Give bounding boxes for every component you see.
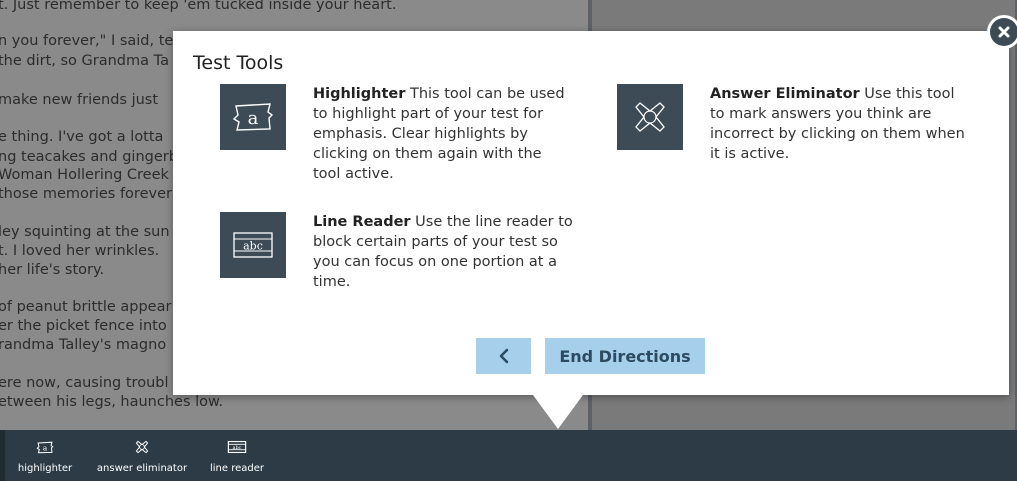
answer-eliminator-icon [617,84,683,150]
answer-eliminator-name: Answer Eliminator [710,86,860,102]
back-button[interactable] [476,338,531,374]
dialog-title: Test Tools [193,52,284,74]
passage-line: Woman Hollering Creek [0,167,169,183]
highlighter-name: Highlighter [313,86,406,102]
tool-bar: a highlighter answer eliminator abc line… [0,430,1017,481]
dialog-pointer [533,395,583,429]
close-icon [990,18,1017,46]
passage-line: etween his legs, haunches low. [0,394,224,410]
toolbar-edge [0,430,5,481]
passage-line: ere now, causing troubl [0,375,169,391]
toolbar-highlighter[interactable]: a highlighter [14,430,76,481]
line-reader-icon: abc [220,212,286,278]
toolbar-answer-eliminator[interactable]: answer eliminator [92,430,192,481]
passage-line: n you forever," I said, te [0,33,174,49]
svg-text:abc: abc [243,240,263,253]
passage-line: ley squinting at the sun [0,224,170,240]
passage-line: the dirt, so Grandma Ta [0,53,169,69]
chevron-left-icon [499,348,508,364]
highlighter-icon: a [36,439,54,455]
passage-line: t. Just remember to keep 'em tucked insi… [0,0,397,13]
passage-line: her life's story. [0,262,105,278]
toolbar-label: answer eliminator [96,463,188,474]
passage-line: e thing. I've got a lotta [0,129,164,145]
passage-line: those memories forever [0,186,172,202]
line-reader-name: Line Reader [313,214,411,230]
passage-line: randma Talley's magno [0,337,167,353]
answer-eliminator-description: Answer Eliminator Use this tool to mark … [710,84,970,164]
svg-text:abc: abc [233,445,242,451]
passage-line: make new friends just [0,92,159,108]
answer-eliminator-icon [134,439,150,455]
highlighter-icon: a [220,84,286,150]
line-reader-icon: abc [227,439,247,455]
end-directions-button[interactable]: End Directions [545,338,705,374]
test-tools-dialog: Test Tools a Highlighter This tool can b… [173,31,1009,395]
passage-line: er the picket fence into [0,318,167,334]
highlighter-description: Highlighter This tool can be used to hig… [313,84,573,184]
svg-text:a: a [43,443,48,452]
passage-line: t. I loved her wrinkles. [0,243,160,259]
toolbar-label: line reader [209,463,264,474]
passage-line: of peanut brittle appear [0,299,172,315]
toolbar-line-reader[interactable]: abc line reader [205,430,269,481]
svg-text:a: a [248,108,259,129]
line-reader-description: Line Reader Use the line reader to block… [313,212,573,292]
close-button[interactable] [987,15,1017,49]
toolbar-label: highlighter [17,463,73,474]
passage-line: ng teacakes and gingerb [0,149,178,165]
